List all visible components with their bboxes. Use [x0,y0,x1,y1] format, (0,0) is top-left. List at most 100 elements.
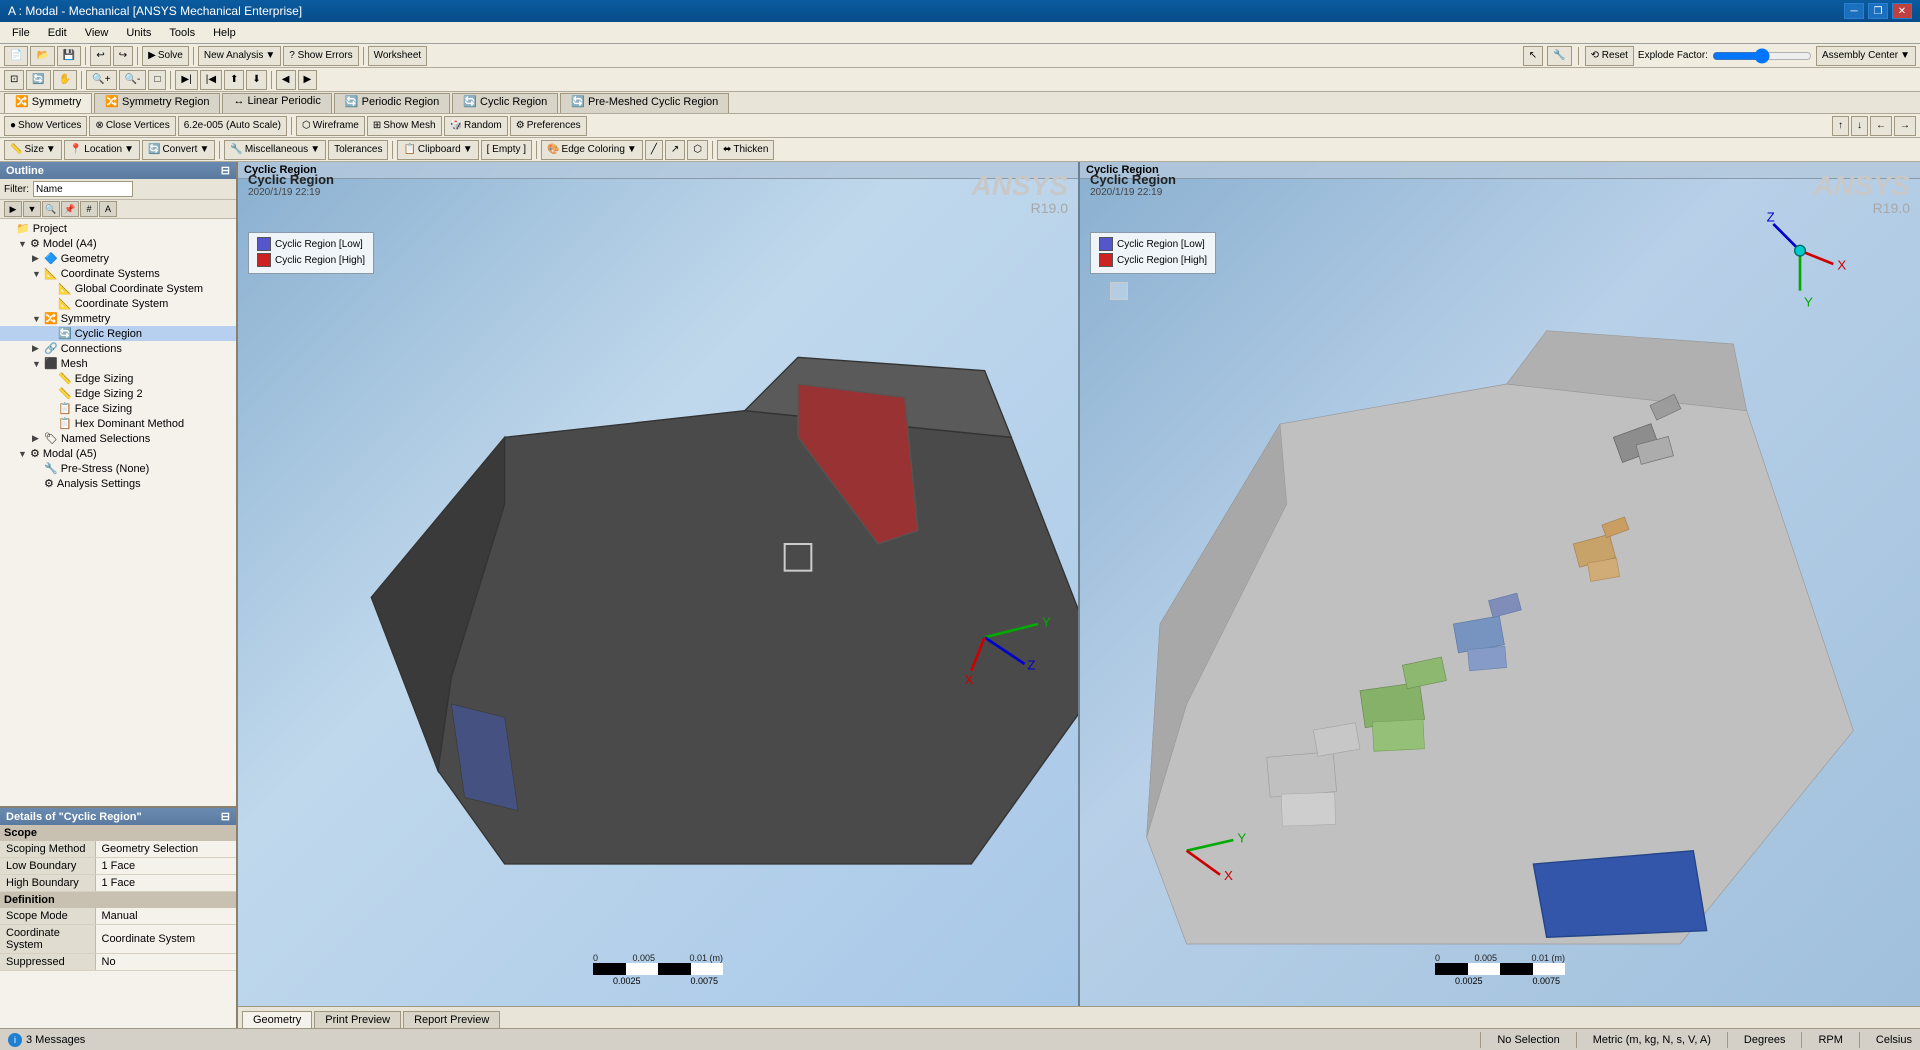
tab-geometry[interactable]: Geometry [242,1011,312,1028]
edge-coloring-btn[interactable]: 🎨 Edge Coloring ▼ [541,140,643,160]
clipboard-btn[interactable]: 📋 Clipboard ▼ [397,140,478,160]
tree-item-5[interactable]: 📐Coordinate System [0,296,236,311]
sym-tab-symmetry[interactable]: 🔀 Symmetry [4,93,92,113]
outline-collapse-btn[interactable]: ▼ [23,201,41,217]
arrow-btn-2[interactable]: ↓ [1851,116,1868,136]
show-vertices-btn[interactable]: ● Show Vertices [4,116,87,136]
minimize-button[interactable]: ─ [1844,3,1864,19]
tree-item-16[interactable]: 🔧Pre-Stress (None) [0,461,236,476]
sym-tab-cyclic-region[interactable]: 🔄 Cyclic Region [452,93,558,113]
pan-btn[interactable]: ✋ [53,70,77,90]
menu-edit[interactable]: Edit [40,25,75,41]
outline-search-btn[interactable]: 🔍 [42,201,60,217]
tree-item-11[interactable]: 📏Edge Sizing 2 [0,386,236,401]
tree-item-17[interactable]: ⚙Analysis Settings [0,476,236,491]
menu-help[interactable]: Help [205,25,244,41]
view-front-btn[interactable]: ▶| [175,70,197,90]
wireframe-btn[interactable]: ⬡ Wireframe [296,116,365,136]
empty-btn[interactable]: [ Empty ] [481,140,532,160]
worksheet-btn[interactable]: Worksheet [368,46,428,66]
zoom-box-btn[interactable]: □ [148,70,166,90]
explode-slider[interactable] [1712,48,1812,64]
tab-report-preview[interactable]: Report Preview [403,1011,500,1028]
prev-view-btn[interactable]: ◀ [276,70,296,90]
tree-item-8[interactable]: ▶🔗Connections [0,341,236,356]
close-vertices-btn[interactable]: ⊗ Close Vertices [89,116,175,136]
tree-item-12[interactable]: 📋Face Sizing [0,401,236,416]
details-collapse-btn[interactable]: ⊟ [221,810,230,823]
sym-tab-periodic-region[interactable]: 🔄 Periodic Region [334,93,450,113]
menu-view[interactable]: View [77,25,117,41]
outline-collapse-btn[interactable]: ⊟ [221,164,230,177]
tree-item-15[interactable]: ▼⚙Modal (A5) [0,446,236,461]
arrow-btn-4[interactable]: → [1894,116,1916,136]
tree-item-9[interactable]: ▼⬛Mesh [0,356,236,371]
close-button[interactable]: ✕ [1892,3,1912,19]
reset-btn[interactable]: ⟲ Reset [1585,46,1634,66]
view-back-btn[interactable]: |◀ [200,70,222,90]
zoom-fit-btn[interactable]: ⊡ [4,70,24,90]
rotate-btn[interactable]: 🔄 [26,70,50,90]
location-btn[interactable]: 📍 Location ▼ [64,140,140,160]
menu-file[interactable]: File [4,25,38,41]
zoom-in-btn[interactable]: 🔍+ [86,70,116,90]
outline-num-btn[interactable]: # [80,201,98,217]
tree-item-1[interactable]: ▼⚙Model (A4) [0,236,236,251]
draw-3-btn[interactable]: ⬡ [687,140,708,160]
viewport-left[interactable]: Cyclic Region Cyclic Region 2020/1/19 22… [238,162,1080,1006]
restore-button[interactable]: ❐ [1868,3,1888,19]
pick-btn[interactable]: 🔧 [1547,46,1571,66]
menu-tools[interactable]: Tools [161,25,203,41]
arrow-btn-1[interactable]: ↑ [1832,116,1849,136]
tree-item-2[interactable]: ▶🔷Geometry [0,251,236,266]
size-btn[interactable]: 📏 Size ▼ [4,140,62,160]
draw-1-btn[interactable]: ╱ [645,140,663,160]
tree-label-4: Global Coordinate System [75,283,203,295]
scale-value-btn[interactable]: 6.2e-005 (Auto Scale) [178,116,287,136]
details-label: Low Boundary [0,858,95,875]
tree-item-0[interactable]: 📁Project [0,221,236,236]
sep5 [1578,47,1579,65]
sym-tab-linear-periodic[interactable]: ↔ Linear Periodic [222,93,331,113]
tree-item-4[interactable]: 📐Global Coordinate System [0,281,236,296]
sym-tab-symmetry-region[interactable]: 🔀 Symmetry Region [94,93,220,113]
tree-icon-4: 📐 [58,282,72,295]
redo-btn[interactable]: ↪ [113,46,133,66]
draw-2-btn[interactable]: ↗ [665,140,685,160]
assembly-center-btn[interactable]: Assembly Center ▼ [1816,46,1916,66]
undo-btn[interactable]: ↩ [90,46,110,66]
arrow-btn-3[interactable]: ← [1870,116,1892,136]
outline-expand-btn[interactable]: ▶ [4,201,22,217]
show-mesh-btn[interactable]: ⊞ Show Mesh [367,116,442,136]
new-btn[interactable]: 📄 [4,46,28,66]
outline-alpha-btn[interactable]: A [99,201,117,217]
view-top-btn[interactable]: ⬆ [224,70,244,90]
tolerances-btn[interactable]: Tolerances [328,140,388,160]
zoom-out-btn[interactable]: 🔍- [119,70,147,90]
next-view-btn[interactable]: ▶ [298,70,318,90]
view-bottom-btn[interactable]: ⬇ [246,70,266,90]
random-btn[interactable]: 🎲 Random [444,116,508,136]
tree-item-14[interactable]: ▶🏷Named Selections [0,431,236,446]
solve-btn[interactable]: ▶ Solve [142,46,189,66]
convert-btn[interactable]: 🔄 Convert ▼ [142,140,215,160]
tree-item-3[interactable]: ▼📐Coordinate Systems [0,266,236,281]
tree-item-6[interactable]: ▼🔀Symmetry [0,311,236,326]
tab-print-preview[interactable]: Print Preview [314,1011,401,1028]
sym-tab-pre-meshed[interactable]: 🔄 Pre-Meshed Cyclic Region [560,93,729,113]
viewport-right[interactable]: Cyclic Region Cyclic Region 2020/1/19 22… [1080,162,1920,1006]
show-errors-btn[interactable]: ? Show Errors [283,46,358,66]
cursor-btn[interactable]: ↖ [1523,46,1543,66]
save-btn[interactable]: 💾 [57,46,81,66]
open-btn[interactable]: 📂 [30,46,54,66]
menu-units[interactable]: Units [118,25,159,41]
miscellaneous-btn[interactable]: 🔧 Miscellaneous ▼ [224,140,326,160]
tree-item-13[interactable]: 📋Hex Dominant Method [0,416,236,431]
new-analysis-btn[interactable]: New Analysis ▼ [198,46,281,66]
preferences-btn[interactable]: ⚙ Preferences [510,116,587,136]
tree-item-10[interactable]: 📏Edge Sizing [0,371,236,386]
thicken-btn[interactable]: ⬌ Thicken [717,140,774,160]
filter-input[interactable] [33,181,133,197]
outline-pin-btn[interactable]: 📌 [61,201,79,217]
tree-item-7[interactable]: 🔄Cyclic Region [0,326,236,341]
